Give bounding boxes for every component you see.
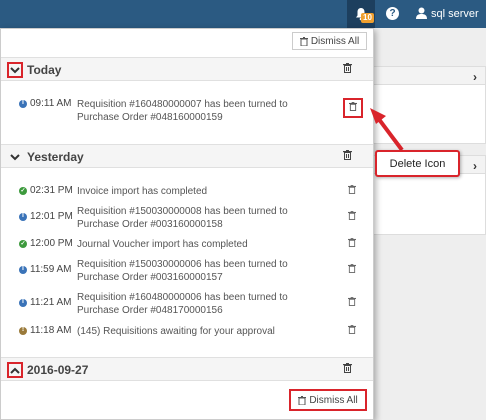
notification-time: 09:11 AM [30,98,72,109]
info-icon [19,212,27,221]
delete-icon-callout: Delete Icon [375,150,460,177]
group-header-2016-09-27: 2016-09-27 [1,357,373,381]
group-header-today: Today [1,57,373,81]
dismiss-all-button-top[interactable]: Dismiss All [292,32,367,50]
trash-icon[interactable] [348,238,356,247]
collapse-toggle-yesterday[interactable] [7,149,23,165]
notification-message: (145) Requisitions awaiting for your app… [77,326,275,337]
group-header-yesterday: Yesterday [1,144,373,168]
trash-icon[interactable] [343,63,352,73]
dismiss-all-button-bottom[interactable]: Dismiss All [289,389,367,411]
chevron-right-icon[interactable]: › [473,159,477,173]
check-circle-icon [19,239,27,248]
trash-icon[interactable] [348,325,356,334]
background-panel-top: › [370,66,486,144]
dismiss-all-label: Dismiss All [310,35,360,47]
notification-message: Journal Voucher import has completed [77,239,248,250]
group-title: Yesterday [27,150,84,164]
group-title: Today [27,63,62,77]
group-title: 2016-09-27 [27,363,89,377]
help-icon[interactable]: ? [386,7,399,20]
notification-count-badge: 10 [361,13,374,23]
chevron-right-icon[interactable]: › [473,70,477,84]
trash-icon[interactable] [348,211,356,220]
notification-message: Invoice import has completed [77,186,208,197]
collapse-toggle-today[interactable] [7,62,23,78]
notifications-dropdown: Dismiss All Today 09:11 AM Requisition #… [0,28,374,420]
trash-icon[interactable] [343,150,352,160]
trash-icon [299,36,308,46]
delete-notification-button[interactable] [343,98,363,118]
notification-time: 11:59 AM [30,264,72,275]
notification-time: 11:21 AM [30,297,72,308]
notifications-button[interactable]: 10 [347,0,375,28]
chevron-down-icon [10,66,20,73]
info-icon [19,298,27,307]
check-circle-icon [19,186,27,195]
notification-message: Requisition #160480000006 has been turne… [77,292,288,316]
expand-toggle-2016-09-27[interactable] [7,362,23,378]
notification-message: Requisition #160480000007 has been turne… [77,99,288,123]
info-icon [19,99,27,108]
notification-time: 02:31 PM [30,185,73,196]
notification-time: 12:00 PM [30,238,73,249]
trash-icon[interactable] [348,185,356,194]
notification-message: Requisition #150030000006 has been turne… [77,259,288,283]
trash-icon[interactable] [348,264,356,273]
chevron-up-icon [10,367,20,374]
notification-time: 11:18 AM [30,325,72,336]
info-icon [19,265,27,274]
trash-icon[interactable] [343,363,352,373]
trash-icon [349,102,357,111]
user-menu-label[interactable]: sql server [431,8,479,20]
chevron-down-icon [10,153,20,160]
notification-message: Requisition #150030000008 has been turne… [77,206,288,230]
trash-icon [298,395,307,405]
warning-icon [19,326,27,335]
dismiss-all-label: Dismiss All [309,394,358,406]
top-navigation-bar: 10 ? sql server [0,0,486,28]
notification-time: 12:01 PM [30,211,73,222]
trash-icon[interactable] [348,297,356,306]
user-icon [416,7,427,19]
